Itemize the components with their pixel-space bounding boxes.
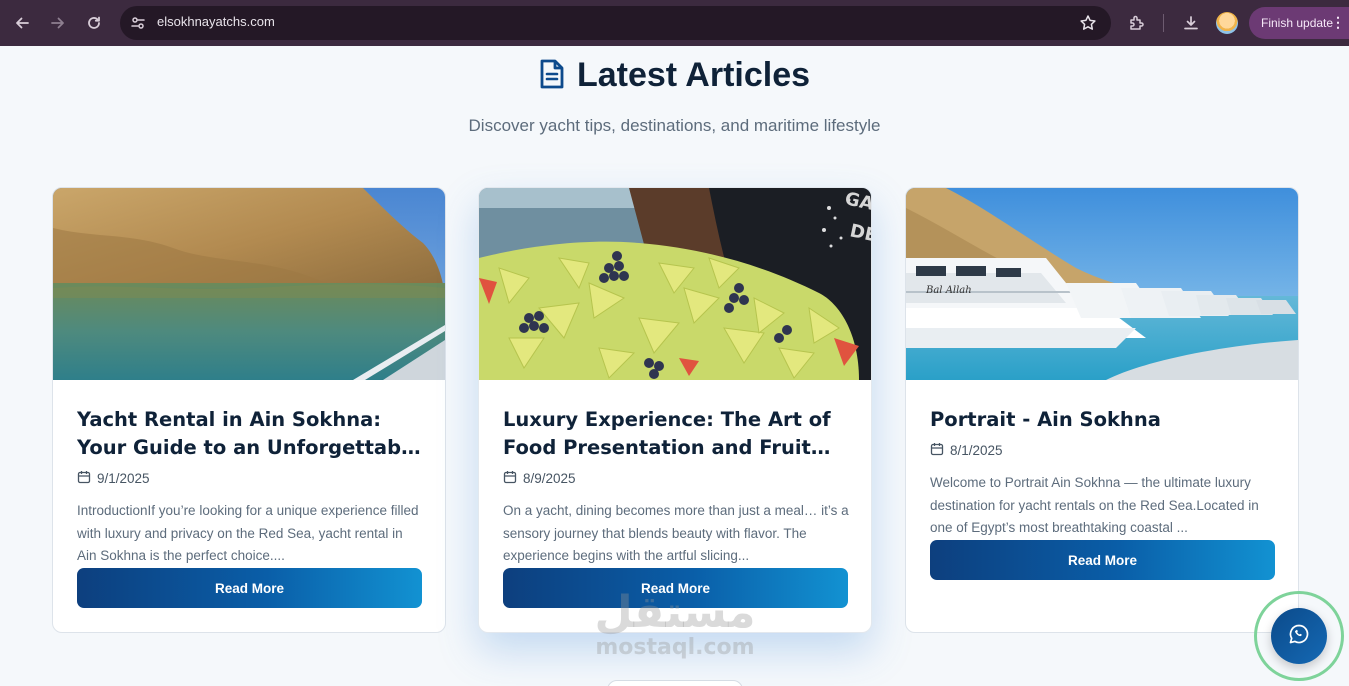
article-date-text: 9/1/2025 [97, 471, 150, 486]
whatsapp-icon [1288, 623, 1310, 649]
article-date: 8/9/2025 [503, 470, 576, 487]
extensions-icon[interactable] [1125, 11, 1149, 35]
article-card[interactable]: Bal Allah Portrait - Ain Sokhna 8/1/2025… [905, 187, 1299, 633]
calendar-icon [503, 470, 517, 487]
watermark-latin: mostaql.com [595, 635, 755, 660]
article-card[interactable]: Yacht Rental in Ain Sokhna: Your Guide t… [52, 187, 446, 633]
whatsapp-button[interactable] [1271, 608, 1327, 664]
profile-avatar[interactable] [1216, 12, 1238, 34]
article-date: 8/1/2025 [930, 442, 1003, 459]
read-more-button[interactable]: Read More [930, 540, 1275, 580]
calendar-icon [930, 442, 944, 459]
back-icon[interactable] [10, 11, 34, 35]
toolbar-divider [1163, 14, 1164, 32]
section-header: Latest Articles [0, 56, 1349, 95]
article-date: 9/1/2025 [77, 470, 150, 487]
document-icon [539, 59, 565, 93]
article-image[interactable]: GA DE [479, 188, 871, 380]
article-excerpt: IntroductionIf you’re looking for a uniq… [77, 503, 419, 563]
calendar-icon [77, 470, 91, 487]
forward-icon[interactable] [46, 11, 70, 35]
article-image[interactable] [53, 188, 445, 380]
section-subtitle: Discover yacht tips, destinations, and m… [468, 116, 881, 135]
article-image[interactable]: Bal Allah [906, 188, 1298, 380]
finish-update-label: Finish update [1261, 16, 1334, 30]
section-title: Latest Articles [576, 56, 811, 94]
article-date-text: 8/1/2025 [950, 443, 1003, 458]
read-more-button[interactable]: Read More [77, 568, 422, 608]
svg-text:Bal Allah: Bal Allah [925, 285, 972, 296]
more-menu-icon[interactable]: ⋮ [1331, 15, 1345, 29]
article-date-text: 8/9/2025 [523, 471, 576, 486]
article-excerpt: On a yacht, dining becomes more than jus… [503, 503, 849, 563]
bookmark-star-icon[interactable] [1079, 14, 1097, 36]
view-all-button[interactable] [607, 680, 743, 686]
download-icon[interactable] [1179, 11, 1203, 35]
url-text[interactable]: elsokhnayatchs.com [157, 14, 275, 29]
finish-update-button[interactable]: Finish update ⋮ [1249, 7, 1349, 39]
article-title[interactable]: Portrait - Ain Sokhna [930, 406, 1276, 434]
article-title[interactable]: Yacht Rental in Ain Sokhna: Your Guide t… [77, 406, 423, 462]
read-more-button[interactable]: Read More [503, 568, 848, 608]
site-settings-icon[interactable] [130, 15, 146, 35]
reload-icon[interactable] [82, 11, 106, 35]
browser-toolbar: elsokhnayatchs.com Finish update ⋮ [0, 0, 1349, 46]
article-card[interactable]: GA DE Luxury Experience: The Art of Food… [478, 187, 872, 633]
article-excerpt: Welcome to Portrait Ain Sokhna — the ult… [930, 475, 1259, 535]
article-title[interactable]: Luxury Experience: The Art of Food Prese… [503, 406, 849, 462]
address-bar[interactable]: elsokhnayatchs.com [120, 6, 1111, 40]
